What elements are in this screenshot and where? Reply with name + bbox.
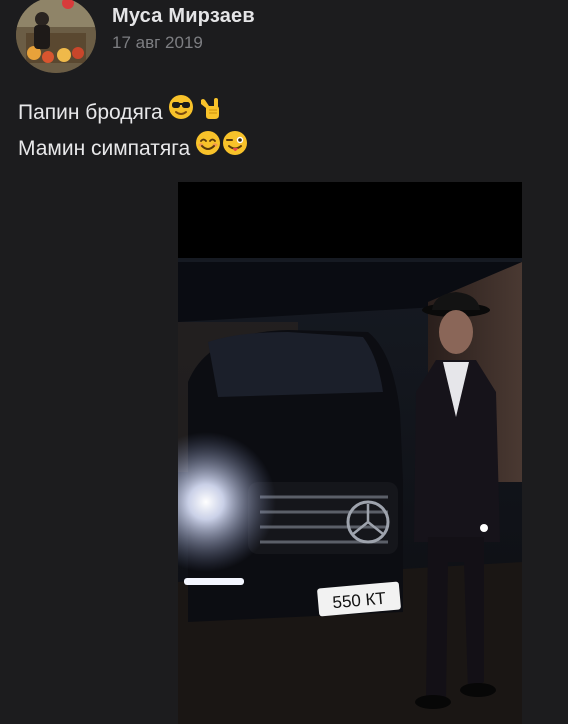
post-date[interactable]: 17 авг 2019: [112, 33, 255, 53]
avatar-image: [16, 0, 96, 73]
post-text-line: Мамин симпатяга: [18, 130, 248, 166]
post-photo[interactable]: 550 КТ: [178, 182, 522, 724]
post-text-line: Папин бродяга: [18, 94, 248, 130]
post-header: Муса Мирзаев 17 авг 2019: [16, 0, 255, 76]
sunglasses-face-emoji-icon: [168, 94, 194, 130]
post-text: Папин бродяга Мамин симпатяга: [18, 94, 248, 166]
post-photo-image: 550 КТ: [178, 182, 522, 724]
post-text-line-2: Мамин симпатяга: [18, 136, 191, 160]
author-info: Муса Мирзаев 17 авг 2019: [112, 5, 255, 53]
post-text-line-1: Папин бродяга: [18, 100, 163, 124]
author-name[interactable]: Муса Мирзаев: [112, 5, 255, 28]
winking-tongue-face-emoji-icon: [222, 130, 248, 166]
author-avatar[interactable]: [16, 0, 96, 73]
wall-post: Муса Мирзаев 17 авг 2019 Папин бродяга М…: [0, 0, 568, 724]
call-me-hand-emoji-icon: [195, 94, 221, 130]
smiling-face-emoji-icon: [195, 130, 221, 166]
